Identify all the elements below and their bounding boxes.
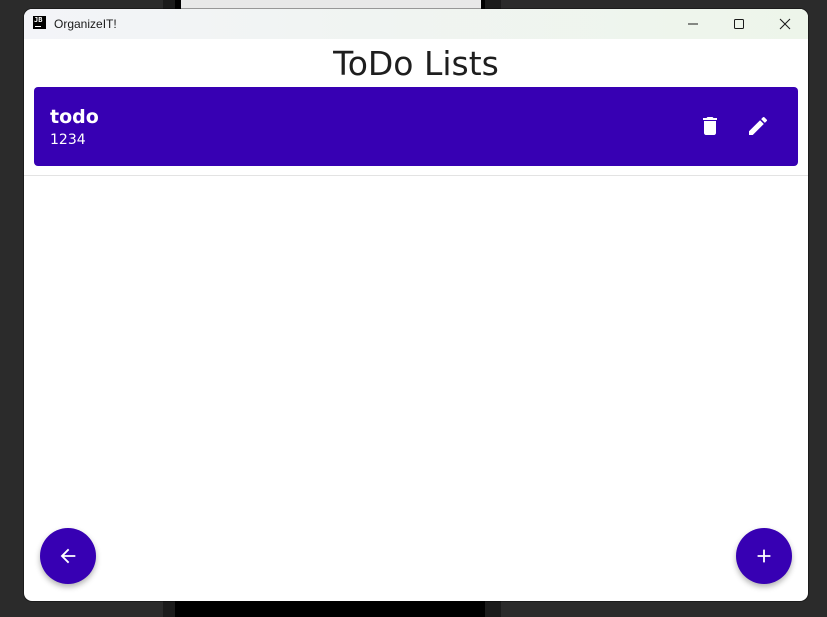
back-button[interactable] bbox=[40, 528, 96, 584]
pencil-icon bbox=[749, 116, 768, 135]
list-item-name: todo bbox=[50, 106, 99, 128]
list-divider bbox=[24, 175, 808, 176]
app-window: JB OrganizeIT! ToDo Lists todo 1234 bbox=[24, 9, 808, 601]
minimize-button[interactable] bbox=[670, 9, 716, 39]
maximize-icon bbox=[734, 19, 744, 29]
list-item[interactable]: todo 1234 bbox=[34, 87, 798, 166]
title-bar[interactable]: JB OrganizeIT! bbox=[24, 9, 808, 39]
edit-button[interactable] bbox=[743, 111, 773, 141]
add-list-button[interactable] bbox=[736, 528, 792, 584]
arrow-left-icon bbox=[60, 548, 76, 564]
plus-icon bbox=[757, 549, 771, 563]
list-item-subtitle: 1234 bbox=[50, 132, 86, 148]
page-title: ToDo Lists bbox=[333, 44, 499, 83]
delete-button[interactable] bbox=[695, 111, 725, 141]
jetbrains-icon: JB bbox=[33, 16, 46, 29]
window-title: OrganizeIT! bbox=[54, 17, 117, 31]
maximize-button[interactable] bbox=[716, 9, 762, 39]
minimize-icon bbox=[688, 23, 698, 25]
trash-icon bbox=[703, 117, 717, 135]
close-button[interactable] bbox=[762, 9, 808, 39]
close-icon bbox=[779, 18, 791, 30]
